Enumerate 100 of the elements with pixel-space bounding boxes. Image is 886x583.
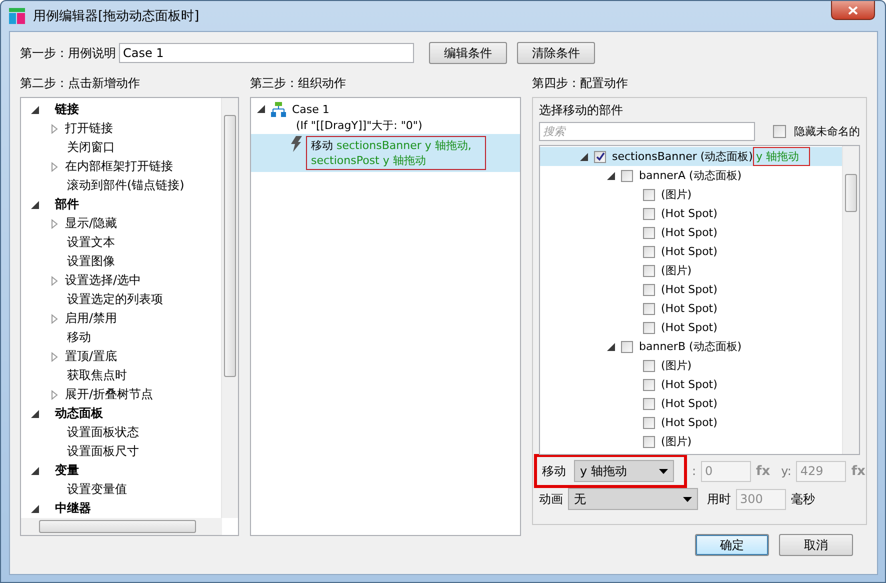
animation-dropdown[interactable]: 无 — [568, 488, 698, 510]
collapse-arrow-icon[interactable] — [31, 466, 39, 474]
action-item[interactable]: 展开/折叠树节点 — [21, 385, 221, 404]
expand-arrow-icon[interactable] — [51, 352, 59, 362]
case-name-field[interactable]: Case 1 — [119, 43, 414, 63]
expand-arrow-icon[interactable] — [51, 314, 59, 324]
dialog-button[interactable]: 确定 — [695, 534, 769, 556]
tree-row[interactable]: (Hot Spot) — [540, 204, 843, 223]
tree-row[interactable]: bannerB (动态面板) — [540, 337, 843, 356]
action-item[interactable]: 设置变量值 — [21, 480, 221, 499]
action-item[interactable]: 在内部框架打开链接 — [21, 157, 221, 176]
dialog-button[interactable]: 取消 — [779, 534, 853, 556]
widget-label: sectionsBanner (动态面板) — [612, 149, 753, 164]
tree-row[interactable]: (图片) — [540, 356, 843, 375]
close-button[interactable] — [831, 1, 875, 20]
case-name[interactable]: Case 1 — [292, 102, 330, 116]
action-item[interactable]: 设置选定的列表项 — [21, 290, 221, 309]
checkbox[interactable] — [621, 170, 633, 182]
tree-row[interactable]: (Hot Spot) — [540, 394, 843, 413]
checkbox[interactable] — [643, 208, 655, 220]
condition-button[interactable]: 清除条件 — [517, 42, 595, 64]
checkbox[interactable] — [594, 150, 606, 162]
group-label: 中继器 — [55, 500, 91, 517]
checkbox[interactable] — [643, 302, 655, 314]
flowchart-icon — [271, 102, 286, 116]
action-item[interactable]: 设置图像 — [21, 252, 221, 271]
checkbox[interactable] — [643, 226, 655, 238]
search-field[interactable]: 搜索 — [539, 122, 755, 141]
collapse-arrow-icon[interactable] — [31, 200, 39, 208]
case-condition: (If "[[DragY]]"大于: "0") — [295, 118, 424, 134]
group-row[interactable]: 变量 — [21, 461, 221, 480]
action-item[interactable]: 置顶/置底 — [21, 347, 221, 366]
expand-arrow-icon[interactable] — [51, 390, 59, 400]
action-item[interactable]: 滚动到部件(锚点链接) — [21, 176, 221, 195]
action-item[interactable]: 设置选择/选中 — [21, 271, 221, 290]
group-label: 部件 — [55, 196, 79, 213]
group-row[interactable]: 部件 — [21, 195, 221, 214]
widget-label: (Hot Spot) — [661, 245, 718, 258]
expand-arrow-icon[interactable] — [51, 124, 59, 134]
tree-row[interactable]: (Hot Spot) — [540, 413, 843, 432]
tree-row[interactable]: (Hot Spot) — [540, 280, 843, 299]
action-row[interactable]: 移动 sectionsBanner y 轴拖动, sectionsPost y 轴拖动 — [251, 134, 520, 172]
collapse-arrow-icon[interactable] — [31, 504, 39, 512]
action-item[interactable]: 设置文本 — [21, 233, 221, 252]
group-row[interactable]: 中继器 — [21, 499, 221, 518]
tree-row[interactable]: (Hot Spot) — [540, 375, 843, 394]
group-row[interactable]: 动态面板 — [21, 404, 221, 423]
tree-row[interactable]: bannerA (动态面板) — [540, 166, 843, 185]
checkbox[interactable] — [621, 340, 633, 352]
checkbox[interactable] — [773, 125, 786, 138]
vertical-scrollbar[interactable] — [842, 146, 859, 454]
move-label: 移动 — [542, 462, 566, 480]
action-item[interactable]: 关闭窗口 — [21, 138, 221, 157]
tree-row[interactable]: (Hot Spot) — [540, 223, 843, 242]
tree-row[interactable]: (图片) — [540, 185, 843, 204]
widget-label: (Hot Spot) — [661, 378, 718, 391]
action-item[interactable]: 打开链接 — [21, 119, 221, 138]
group-row[interactable]: 链接 — [21, 100, 221, 119]
action-item[interactable]: 移动 — [21, 328, 221, 347]
tree-row[interactable]: (Hot Spot) — [540, 299, 843, 318]
tree-row[interactable]: (图片) — [540, 432, 843, 451]
action-item[interactable]: 设置面板尺寸 — [21, 442, 221, 461]
horizontal-scrollbar[interactable] — [21, 518, 222, 535]
collapse-arrow-icon[interactable] — [607, 172, 615, 180]
column-title: 第三步：组织动作 — [250, 75, 347, 92]
group-label: 动态面板 — [55, 405, 103, 422]
checkbox[interactable] — [643, 188, 655, 200]
collapse-arrow-icon[interactable] — [580, 152, 588, 160]
action-item[interactable]: 启用/禁用 — [21, 309, 221, 328]
expand-arrow-icon[interactable] — [51, 218, 59, 228]
tree-row[interactable]: (Hot Spot) — [540, 318, 843, 337]
tree-row[interactable]: (Hot Spot) — [540, 242, 843, 261]
checkbox[interactable] — [643, 398, 655, 410]
expand-arrow-icon[interactable] — [51, 162, 59, 172]
expand-arrow-icon[interactable] — [51, 276, 59, 286]
checkbox[interactable] — [643, 360, 655, 372]
checkbox[interactable] — [643, 264, 655, 276]
checkbox[interactable] — [643, 436, 655, 448]
checkbox[interactable] — [643, 246, 655, 258]
checkbox[interactable] — [643, 416, 655, 428]
widget-label: (Hot Spot) — [661, 321, 718, 334]
checkbox[interactable] — [643, 322, 655, 334]
action-item[interactable]: 设置面板状态 — [21, 423, 221, 442]
condition-button[interactable]: 编辑条件 — [429, 42, 507, 64]
tree-row[interactable]: (图片) — [540, 261, 843, 280]
action-description: 移动 sectionsBanner y 轴拖动, sectionsPost y 轴拖动 — [306, 136, 486, 170]
widget-label: (Hot Spot) — [661, 207, 718, 220]
collapse-arrow-icon[interactable] — [31, 410, 39, 418]
collapse-arrow-icon[interactable] — [607, 342, 615, 350]
collapse-arrow-icon[interactable] — [257, 105, 265, 113]
collapse-arrow-icon[interactable] — [31, 106, 39, 114]
window-title: 用例编辑器[拖动动态面板时] — [33, 8, 200, 25]
action-item[interactable]: 获取焦点时 — [21, 366, 221, 385]
move-type-dropdown[interactable]: y 轴拖动 — [574, 460, 674, 482]
vertical-scrollbar[interactable] — [221, 98, 238, 518]
lightning-icon — [291, 136, 302, 152]
action-item[interactable]: 显示/隐藏 — [21, 214, 221, 233]
animation-label: 动画 — [539, 490, 563, 508]
checkbox[interactable] — [643, 284, 655, 296]
checkbox[interactable] — [643, 378, 655, 390]
